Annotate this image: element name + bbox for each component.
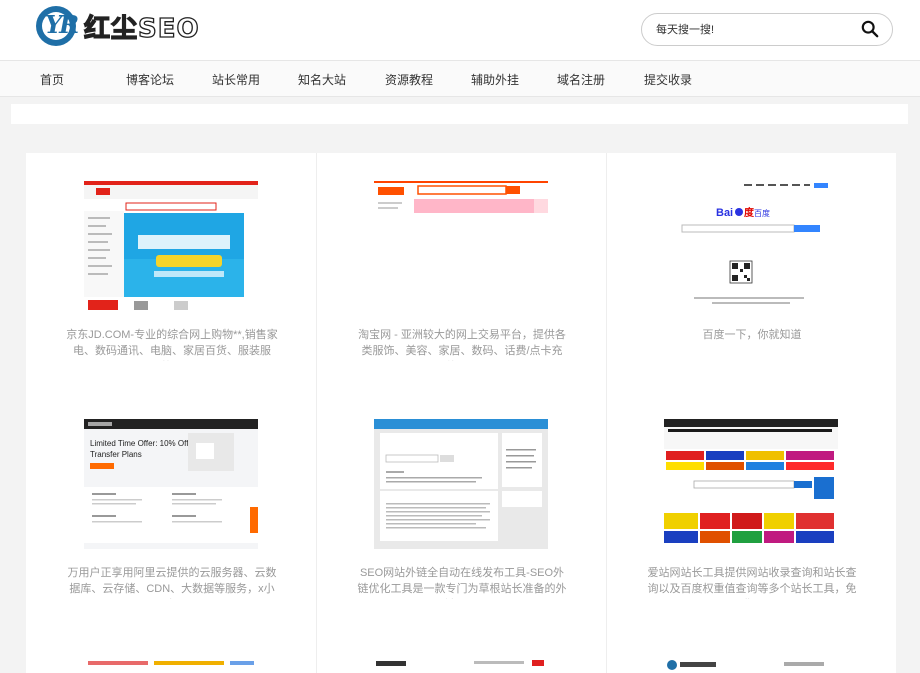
main-nav: 首页 博客论坛 站长常用 知名大站 资源教程 辅助外挂 域名注册 提交收录 [0,60,920,97]
logo-mark: YR [45,10,79,39]
site-card[interactable] [606,629,896,673]
svg-text:Bai: Bai [716,207,733,219]
svg-text:百度: 百度 [754,208,770,218]
site-thumbnail[interactable]: Bai 度 百度 [664,181,838,311]
search-box [641,13,893,46]
svg-text:Transfer Plans: Transfer Plans [90,450,142,459]
site-thumbnail[interactable]: Limited Time Offer: 10% Off D Transfer P… [84,419,258,549]
search-icon [861,20,879,38]
site-thumbnail[interactable] [374,657,548,673]
svg-text:Limited Time Offer: 10% Off D: Limited Time Offer: 10% Off D [90,439,197,448]
site-card[interactable]: Limited Time Offer: 10% Off D Transfer P… [26,391,316,629]
nav-item-blog-forum[interactable]: 博客论坛 [126,71,174,88]
site-card[interactable]: 淘宝网 - 亚洲较大的网上交易平台，提供各类服饰、美容、家居、数码、话费/点卡充… [316,153,606,391]
site-description: 百度一下，你就知道 [702,329,802,341]
search-button[interactable] [860,20,880,40]
logo-text: 红尘SEO [83,13,200,44]
site-thumbnail[interactable] [374,419,548,549]
nav-item-resources-tutorials[interactable]: 资源教程 [385,71,433,88]
nav-item-home[interactable]: 首页 [40,71,64,88]
site-thumbnail[interactable] [664,419,838,549]
site-description: SEO网站外链全自动在线发布工具-SEO外链优化工具是一款专门为草根站长准备的外… [357,567,567,595]
nav-item-famous-sites[interactable]: 知名大站 [298,71,346,88]
site-thumbnail[interactable] [84,657,258,673]
site-thumbnail[interactable] [84,181,258,311]
site-card[interactable]: 京东JD.COM-专业的综合网上购物**,销售家电、数码通讯、电脑、家居百货、服… [26,153,316,391]
site-card[interactable] [26,629,316,673]
nav-item-helper-tools[interactable]: 辅助外挂 [471,71,519,88]
site-logo[interactable]: YR 红尘SEO [36,6,200,46]
site-card[interactable]: 爱站网站长工具提供网站收录查询和站长查询以及百度权重值查询等多个站长工具，免费.… [606,391,896,629]
site-thumbnail[interactable] [374,181,548,311]
site-description: 京东JD.COM-专业的综合网上购物**,销售家电、数码通讯、电脑、家居百货、服… [66,329,278,357]
site-card[interactable]: SEO网站外链全自动在线发布工具-SEO外链优化工具是一款专门为草根站长准备的外… [316,391,606,629]
nav-item-submit-index[interactable]: 提交收录 [644,71,692,88]
site-card[interactable]: Bai 度 百度 百度一下，你就知道 [606,153,896,391]
logo-icon: YR [36,6,79,46]
site-description: 淘宝网 - 亚洲较大的网上交易平台，提供各类服饰、美容、家居、数码、话费/点卡充… [358,329,566,357]
site-card[interactable] [316,629,606,673]
site-header: YR 红尘SEO [0,0,920,60]
search-input[interactable] [656,20,846,40]
notice-bar [11,104,908,124]
site-grid: 京东JD.COM-专业的综合网上购物**,销售家电、数码通讯、电脑、家居百货、服… [26,153,896,673]
nav-item-domain-registration[interactable]: 域名注册 [557,71,605,88]
site-description: 爱站网站长工具提供网站收录查询和站长查询以及百度权重值查询等多个站长工具，免费.… [647,567,857,595]
site-description: 万用户正享用阿里云提供的云服务器、云数据库、云存储、CDN、大数据等服务，x小时… [67,567,277,595]
site-thumbnail[interactable] [664,657,838,673]
nav-item-webmaster-common[interactable]: 站长常用 [212,71,260,88]
